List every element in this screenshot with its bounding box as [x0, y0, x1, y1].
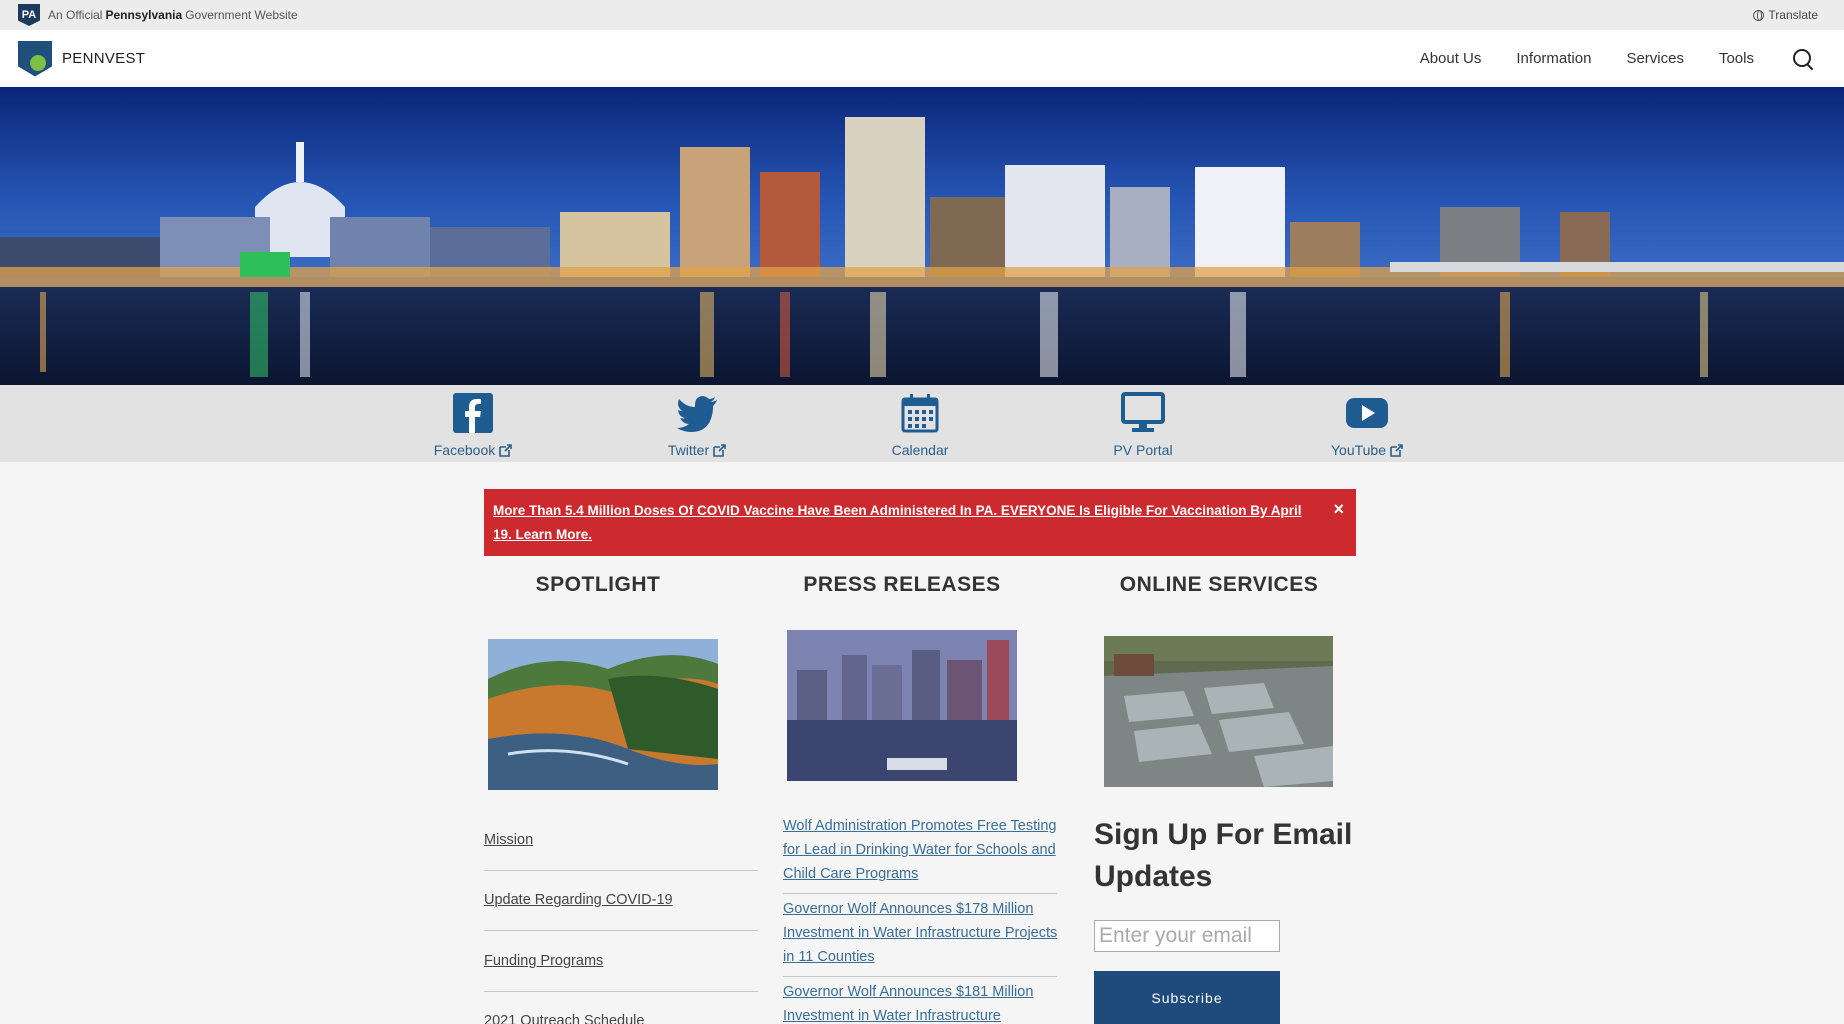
covid-alert-banner: More Than 5.4 Million Doses Of COVID Vac… [484, 489, 1356, 556]
spotlight-title: SPOTLIGHT [535, 573, 661, 596]
spotlight-image[interactable] [488, 639, 718, 790]
skyline-illustration [0, 87, 1844, 385]
online-services-image[interactable] [1104, 636, 1333, 787]
search-icon[interactable] [1792, 48, 1814, 70]
divider [484, 870, 758, 871]
press-release-link[interactable]: Governor Wolf Announces $178 Million Inv… [783, 897, 1058, 969]
calendar-link[interactable]: Calendar [860, 391, 980, 458]
gov-bar-suffix: Government Website [185, 8, 298, 22]
facebook-label: Facebook [433, 442, 496, 458]
online-services-title: ONLINE SERVICES [1119, 573, 1319, 596]
quick-links-bar: Facebook Twitter Calendar PV Portal YouT… [0, 385, 1844, 462]
nav-information[interactable]: Information [1516, 50, 1591, 67]
press-releases-title: PRESS RELEASES [803, 573, 1001, 596]
pv-portal-link[interactable]: PV Portal [1083, 391, 1203, 458]
facebook-link[interactable]: Facebook [413, 391, 533, 458]
brand-name[interactable]: PENNVEST [62, 50, 145, 67]
pv-portal-label: PV Portal [1113, 442, 1173, 458]
nav-services[interactable]: Services [1626, 50, 1684, 67]
monitor-icon [1121, 392, 1165, 432]
translate-label: Translate [1768, 8, 1818, 22]
official-gov-bar: PA An Official Pennsylvania Government W… [0, 0, 1844, 30]
facebook-icon [453, 393, 493, 433]
calendar-label: Calendar [891, 442, 949, 458]
youtube-icon [1346, 398, 1388, 428]
translate-link[interactable]: Translate [1753, 0, 1818, 30]
divider [783, 976, 1057, 977]
nav-about-us[interactable]: About Us [1420, 50, 1482, 67]
subscribe-button[interactable]: Subscribe [1094, 971, 1280, 1024]
external-link-icon [499, 443, 513, 457]
divider [484, 991, 758, 992]
pennvest-logo-icon[interactable] [18, 40, 52, 77]
twitter-icon [677, 396, 717, 432]
press-releases-image[interactable] [787, 630, 1017, 781]
spotlight-link-funding-programs[interactable]: Funding Programs [484, 949, 603, 973]
close-icon[interactable]: × [1333, 499, 1344, 520]
hero-skyline-image [0, 87, 1844, 385]
signup-title: Sign Up For Email Updates [1094, 818, 1353, 893]
alert-link[interactable]: More Than 5.4 Million Doses Of COVID Vac… [493, 503, 1301, 542]
external-link-icon [1390, 443, 1403, 457]
email-field[interactable] [1094, 920, 1280, 952]
globe-icon [1753, 9, 1765, 21]
gov-bar-prefix: An Official [48, 8, 103, 22]
youtube-link[interactable]: YouTube [1307, 391, 1427, 458]
nav-tools[interactable]: Tools [1719, 50, 1754, 67]
press-release-link[interactable]: Governor Wolf Announces $181 Million Inv… [783, 980, 1058, 1024]
spotlight-link-covid-update[interactable]: Update Regarding COVID-19 [484, 888, 673, 912]
gov-bar-state: Pennsylvania [105, 8, 183, 22]
calendar-icon [901, 394, 939, 433]
twitter-label: Twitter [667, 442, 710, 458]
twitter-link[interactable]: Twitter [637, 391, 757, 458]
divider [783, 893, 1057, 894]
spotlight-link-outreach-schedule[interactable]: 2021 Outreach Schedule [484, 1009, 644, 1024]
site-header: PENNVEST About Us Information Services T… [0, 30, 1844, 87]
spotlight-link-mission[interactable]: Mission [484, 828, 533, 852]
divider [484, 930, 758, 931]
external-link-icon [713, 443, 726, 457]
main-nav: About Us Information Services Tools [1385, 30, 1814, 87]
youtube-label: YouTube [1330, 442, 1386, 458]
pa-keystone-icon: PA [18, 4, 40, 26]
press-release-link[interactable]: Wolf Administration Promotes Free Testin… [783, 814, 1058, 886]
